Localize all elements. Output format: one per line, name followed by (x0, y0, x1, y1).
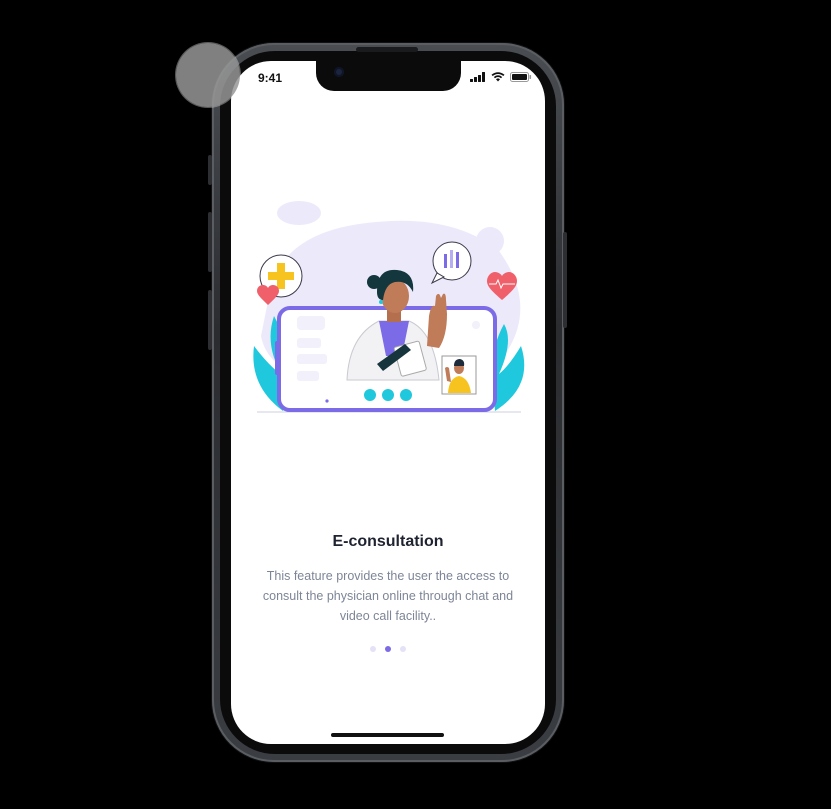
volume-up-button (208, 212, 212, 272)
chart-bar-2 (450, 250, 453, 268)
onboarding-description: This feature provides the user the acces… (262, 569, 514, 623)
battery-icon (510, 72, 532, 82)
page-indicator (231, 646, 545, 652)
camera-icon (334, 67, 344, 77)
chat-bubble (297, 316, 325, 330)
notch (316, 61, 461, 91)
page-dot-3[interactable] (400, 646, 406, 652)
power-button (563, 232, 567, 328)
page-dot-1[interactable] (370, 646, 376, 652)
tablet-side-button (275, 341, 281, 375)
chart-bar-3 (456, 252, 459, 268)
mute-switch (208, 155, 212, 185)
page-dot-2-active[interactable] (385, 646, 391, 652)
status-time: 9:41 (258, 71, 283, 85)
call-button-icon (382, 389, 394, 401)
signal-icon (470, 72, 485, 82)
video-button-icon (400, 389, 412, 401)
add-user-icon (472, 321, 480, 329)
bubble-circle (476, 227, 504, 255)
home-indicator[interactable] (331, 733, 444, 737)
wifi-icon (491, 72, 505, 82)
chart-bar-1 (444, 254, 447, 268)
status-icons (470, 72, 532, 82)
chat-bubble (297, 338, 321, 348)
top-speaker (356, 47, 418, 52)
doctor-earring (379, 300, 383, 304)
chat-dot (325, 399, 329, 403)
chat-bubble (297, 371, 319, 381)
volume-down-button (208, 290, 212, 350)
cloud-blob (277, 201, 321, 225)
doctor-hair-bun (367, 275, 381, 289)
chat-button-icon (364, 389, 376, 401)
econsultation-illustration (253, 201, 525, 413)
chat-bubble (297, 354, 327, 364)
touch-indicator (176, 43, 240, 107)
screen: 9:41 E-consultation This feature provide… (231, 61, 545, 744)
onboarding-title: E-consultation (332, 533, 444, 550)
